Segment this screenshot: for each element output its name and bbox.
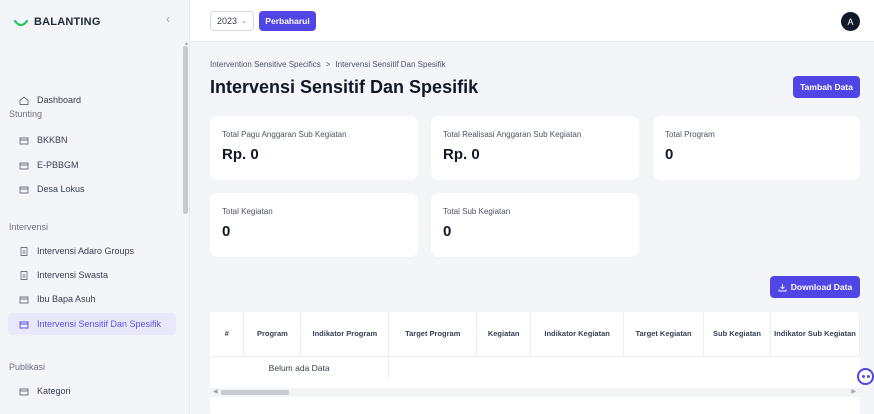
stat-value: Rp. 0 (222, 146, 259, 163)
stat-value: 0 (665, 146, 674, 163)
add-data-button[interactable]: Tambah Data (793, 76, 860, 98)
sidebar-item-label: BKKBN (37, 135, 68, 145)
stat-label: Total Realisasi Anggaran Sub Kegiatan (443, 130, 582, 139)
column-header[interactable]: Target Program (388, 312, 478, 357)
stat-label: Total Program (665, 130, 715, 139)
section-stunting: Stunting (9, 109, 43, 119)
column-header[interactable]: Sub Kegiatan (703, 312, 771, 357)
sidebar-item-label: Kategori (37, 386, 71, 396)
page-title: Intervensi Sensitif Dan Spesifik (210, 77, 479, 97)
sidebar-item-intervensi-swasta[interactable]: Intervensi Swasta (8, 264, 176, 286)
folder-icon (19, 162, 29, 169)
year-value: 2023 (217, 16, 238, 26)
brand-name: BALANTING (34, 16, 101, 28)
document-icon (20, 270, 28, 280)
breadcrumb-current: Intervensi Sensitif Dan Spesifik (335, 60, 446, 69)
sidebar-scrollbar[interactable] (183, 46, 188, 214)
download-data-button[interactable]: Download Data (770, 276, 860, 298)
document-icon (20, 246, 28, 256)
sidebar-item-label: E-PBBGM (37, 160, 79, 170)
stat-label: Total Kegiatan (222, 207, 273, 216)
sidebar-item-e-pbbgm[interactable]: E-PBBGM (8, 154, 176, 176)
column-header[interactable]: Indikator Kegiatan (530, 312, 625, 357)
folder-icon (19, 388, 29, 395)
sidebar-item-desa-lokus[interactable]: Desa Lokus (8, 178, 176, 200)
table-row: Belum ada Data (210, 356, 860, 379)
table-header-row: # Program Indikator Program Target Progr… (210, 312, 860, 357)
stat-card-kegiatan: Total Kegiatan 0 (210, 193, 418, 257)
column-header: # (210, 312, 245, 357)
stat-value: Rp. 0 (443, 146, 480, 163)
sidebar-item-label: Desa Lokus (37, 184, 85, 194)
section-intervensi: Intervensi (9, 222, 49, 232)
column-header[interactable]: Program (243, 312, 302, 357)
stat-label: Total Pagu Anggaran Sub Kegiatan (222, 130, 347, 139)
folder-icon (19, 296, 29, 303)
refresh-button[interactable]: Perbaharui (259, 11, 316, 31)
sidebar-item-label: Intervensi Swasta (37, 270, 109, 280)
collapse-sidebar-icon[interactable]: ‹ (166, 12, 170, 26)
breadcrumb-parent[interactable]: Intervention Sensitive Specifics (210, 60, 321, 69)
folder-icon (19, 321, 29, 328)
stat-card-program: Total Program 0 (653, 116, 860, 180)
scroll-left-icon[interactable]: ◀ (213, 388, 218, 395)
breadcrumb-separator: > (325, 60, 331, 69)
sidebar-item-label: Intervensi Sensitif Dan Spesifik (37, 319, 162, 329)
column-header[interactable]: Target Kegiatan (623, 312, 705, 357)
sidebar-item-dashboard[interactable]: Dashboard (8, 89, 176, 111)
sidebar-item-kategori[interactable]: Kategori (8, 380, 176, 402)
topbar: 2023 ⌄ Perbaharui A (190, 0, 874, 42)
sidebar: BALANTING ‹ ▲ Dashboard Stunting BKKBN E… (0, 0, 190, 414)
chat-icon[interactable] (857, 368, 874, 385)
home-icon (19, 95, 29, 105)
chevron-down-icon: ⌄ (241, 18, 247, 25)
scroll-right-icon[interactable]: ▶ (851, 388, 856, 395)
column-header[interactable]: Indikator Sub Kegiatan (770, 312, 860, 357)
logo-icon (14, 19, 28, 27)
sidebar-item-ibu-bapa-asuh[interactable]: Ibu Bapa Asuh (8, 288, 176, 310)
scrollbar-thumb[interactable] (221, 390, 289, 395)
avatar[interactable]: A (841, 12, 860, 31)
download-icon (778, 283, 787, 291)
sidebar-item-label: Dashboard (37, 95, 82, 105)
stat-value: 0 (222, 223, 231, 240)
stat-value: 0 (443, 223, 452, 240)
sidebar-item-bkkbn[interactable]: BKKBN (8, 129, 176, 151)
stat-card-sub-kegiatan: Total Sub Kegiatan 0 (431, 193, 639, 257)
breadcrumb: Intervention Sensitive Specifics > Inter… (210, 60, 446, 69)
download-label: Download Data (790, 282, 853, 292)
year-select[interactable]: 2023 ⌄ (210, 11, 254, 31)
column-header[interactable]: Kegiatan (476, 312, 532, 357)
stat-card-realisasi: Total Realisasi Anggaran Sub Kegiatan Rp… (431, 116, 639, 180)
stat-card-pagu: Total Pagu Anggaran Sub Kegiatan Rp. 0 (210, 116, 418, 180)
horizontal-scrollbar[interactable]: ◀ ▶ (210, 388, 860, 397)
sidebar-item-intervensi-adaro[interactable]: Intervensi Adaro Groups (8, 240, 176, 262)
folder-icon (19, 137, 29, 144)
folder-icon (19, 186, 29, 193)
brand[interactable]: BALANTING (14, 12, 101, 32)
column-header[interactable]: Indikator Program (300, 312, 390, 357)
sidebar-item-intervensi-sensitif[interactable]: Intervensi Sensitif Dan Spesifik (8, 313, 176, 335)
stat-label: Total Sub Kegiatan (443, 207, 511, 216)
sidebar-item-label: Intervensi Adaro Groups (37, 246, 135, 256)
data-table: # Program Indikator Program Target Progr… (210, 312, 860, 414)
empty-state: Belum ada Data (210, 356, 390, 379)
sidebar-item-label: Ibu Bapa Asuh (37, 294, 96, 304)
section-publikasi: Publikasi (9, 362, 46, 372)
